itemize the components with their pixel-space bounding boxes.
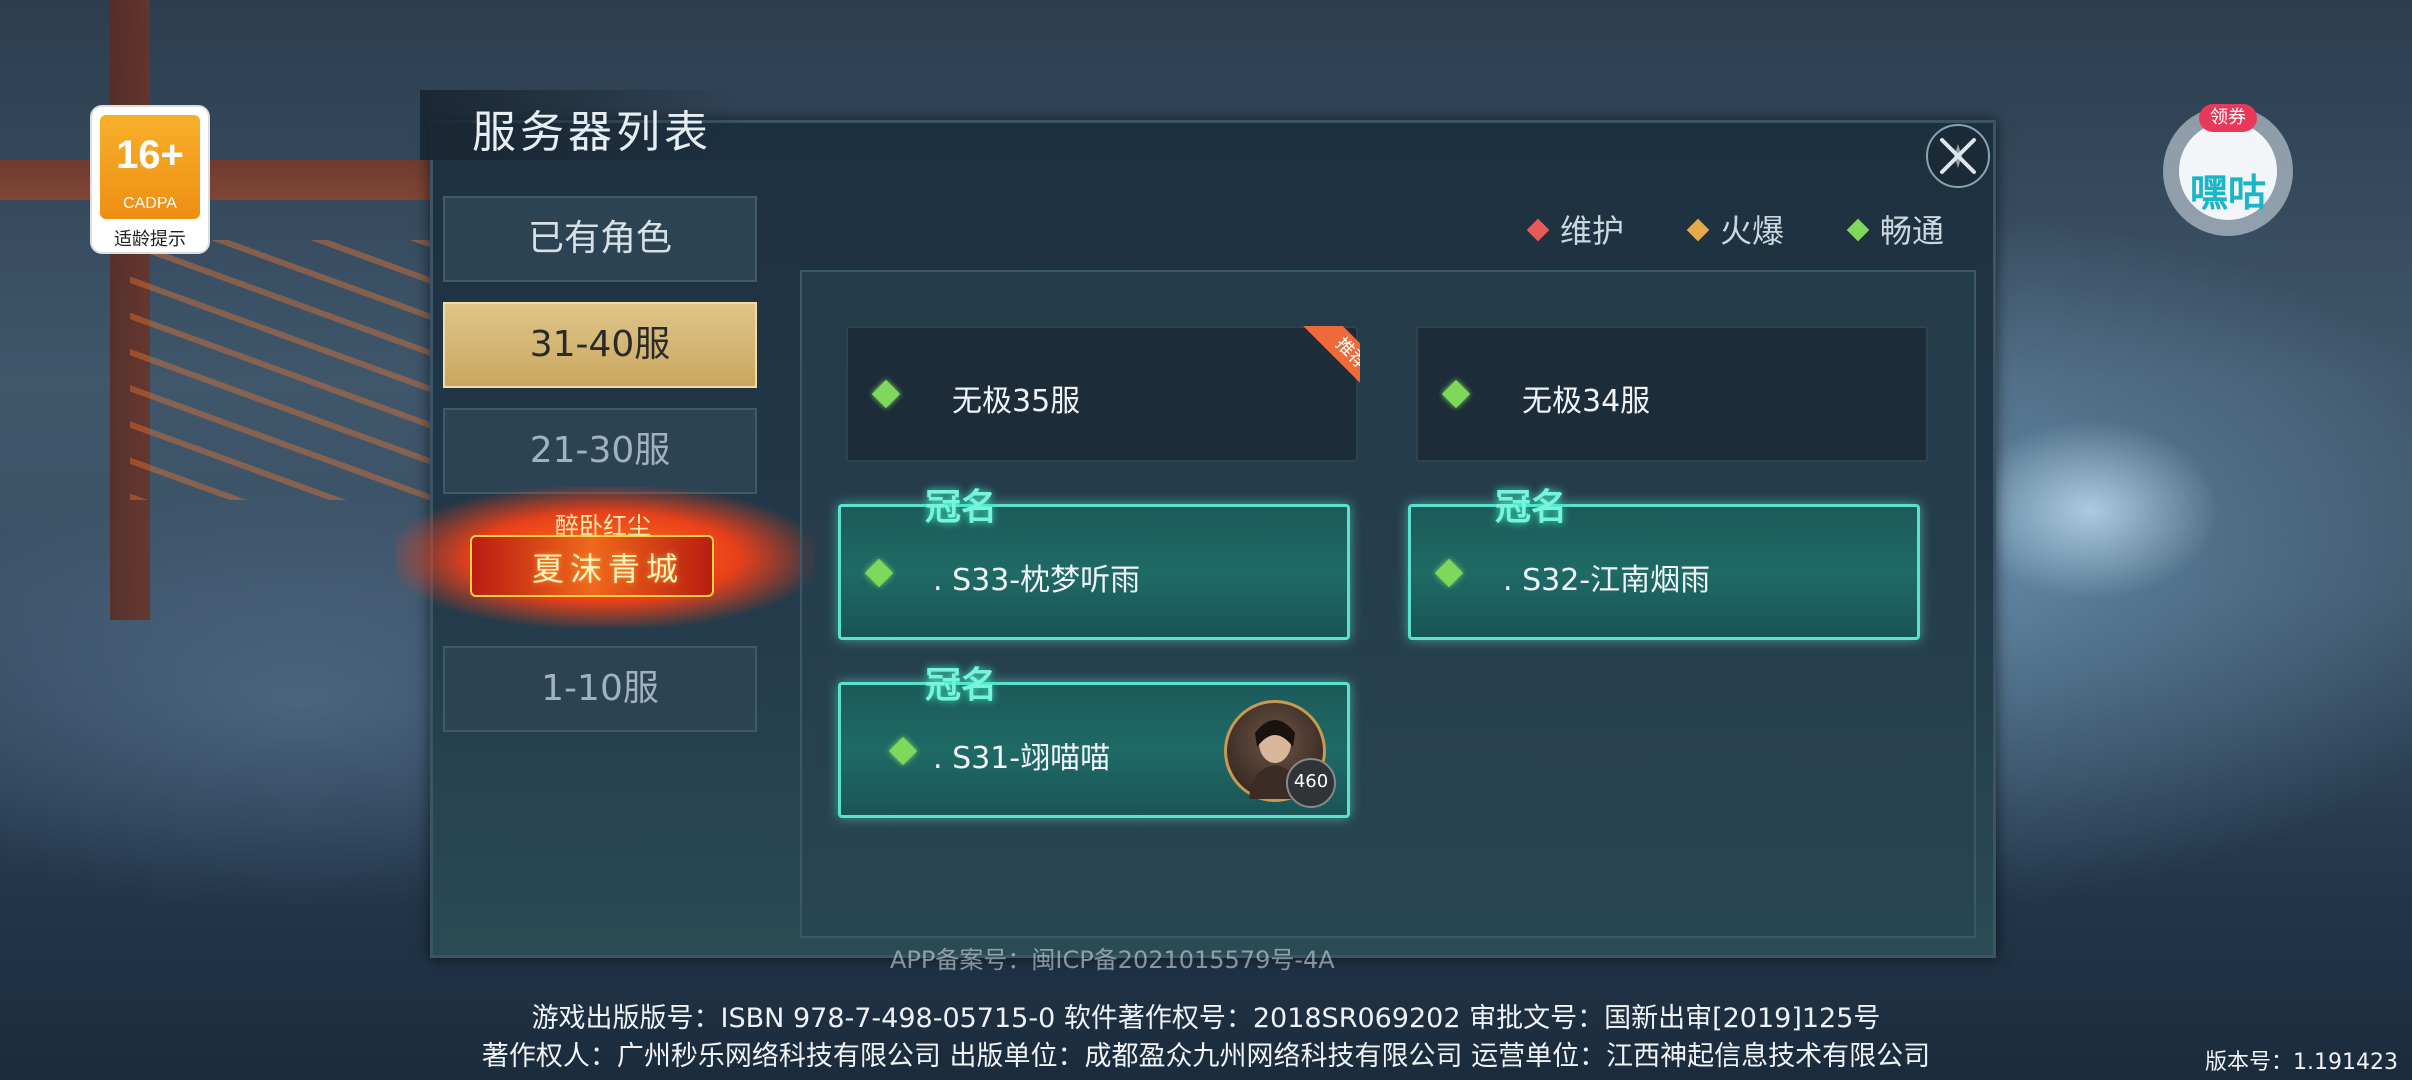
age-rating-number: 16+ xyxy=(116,133,184,177)
orange-diamond-icon xyxy=(1686,218,1710,242)
publication-info: 游戏出版版号：ISBN 978-7-498-05715-0 软件著作权号：201… xyxy=(531,1003,1881,1034)
status-diamond-icon xyxy=(864,558,894,588)
legend-busy-label: 火爆 xyxy=(1720,212,1785,250)
recommended-label: 推荐 xyxy=(1302,326,1360,396)
close-button[interactable] xyxy=(1926,124,1990,188)
status-diamond-icon xyxy=(871,379,901,409)
title-emblem-top-text: 醉卧红尘 xyxy=(555,512,651,540)
server-name: . S32-江南烟雨 xyxy=(1503,563,1711,598)
coupon-inner-circle: 嘿咕 xyxy=(2179,122,2277,220)
server-card-s33[interactable]: . S33-枕梦听雨 xyxy=(838,504,1350,640)
background-light-rays xyxy=(130,240,430,500)
legend-smooth-label: 畅通 xyxy=(1880,212,1945,250)
tab-owned-characters[interactable]: 已有角色 xyxy=(443,196,757,282)
crown-label-s32: 冠名 xyxy=(1495,487,1568,528)
status-diamond-icon xyxy=(1434,558,1464,588)
server-name: . S33-枕梦听雨 xyxy=(933,563,1141,598)
age-rating-tip: 适龄提示 xyxy=(114,229,186,250)
coupon-tag: 领券 xyxy=(2199,104,2257,132)
version-number: 版本号：1.191423 xyxy=(2205,1050,2398,1075)
panel-title: 服务器列表 xyxy=(472,107,712,158)
age-rating-badge: 16+ CADPA 适龄提示 xyxy=(92,107,208,252)
status-diamond-icon xyxy=(888,736,918,766)
server-card-s32[interactable]: . S32-江南烟雨 xyxy=(1408,504,1920,640)
tab-31-40[interactable]: 31-40服 xyxy=(443,302,757,388)
legend-maintenance-label: 维护 xyxy=(1560,212,1625,250)
coupon-button[interactable]: 嘿咕 领券 xyxy=(2163,104,2293,236)
tab-21-30[interactable]: 21-30服 xyxy=(443,408,757,494)
recommended-ribbon: 推荐 xyxy=(1290,326,1360,396)
server-card-wuji34[interactable]: 无极34服 xyxy=(1416,326,1928,462)
crown-label-s33: 冠名 xyxy=(925,487,998,528)
tab-1-10[interactable]: 1-10服 xyxy=(443,646,757,732)
legend-maintenance: 维护 xyxy=(1526,206,1625,252)
legend-smooth: 畅通 xyxy=(1846,206,1945,252)
server-card-wuji35[interactable]: 无极35服 xyxy=(846,326,1358,462)
crown-label-s31: 冠名 xyxy=(925,665,998,706)
coupon-label: 嘿咕 xyxy=(2189,171,2266,215)
green-diamond-icon xyxy=(1846,218,1870,242)
icp-record: APP备案号：闽ICP备2021015579号-4A xyxy=(890,946,1335,974)
close-icon xyxy=(1940,138,1976,174)
server-name: 无极34服 xyxy=(1522,384,1651,419)
red-diamond-icon xyxy=(1526,218,1550,242)
character-level-badge: 460 xyxy=(1286,758,1336,808)
status-diamond-icon xyxy=(1441,379,1471,409)
background-wave xyxy=(1960,420,2220,600)
title-emblem-main-text: 夏沫青城 xyxy=(532,550,685,588)
legend-busy: 火爆 xyxy=(1686,206,1785,252)
age-rating-box: 16+ CADPA xyxy=(100,115,200,219)
server-name: 无极35服 xyxy=(952,384,1081,419)
copyright-info: 著作权人：广州秒乐网络科技有限公司 出版单位：成都盈众九州网络科技有限公司 运营… xyxy=(481,1041,1931,1072)
server-name: . S31-翊喵喵 xyxy=(933,741,1111,776)
age-rating-org: CADPA xyxy=(123,195,177,212)
